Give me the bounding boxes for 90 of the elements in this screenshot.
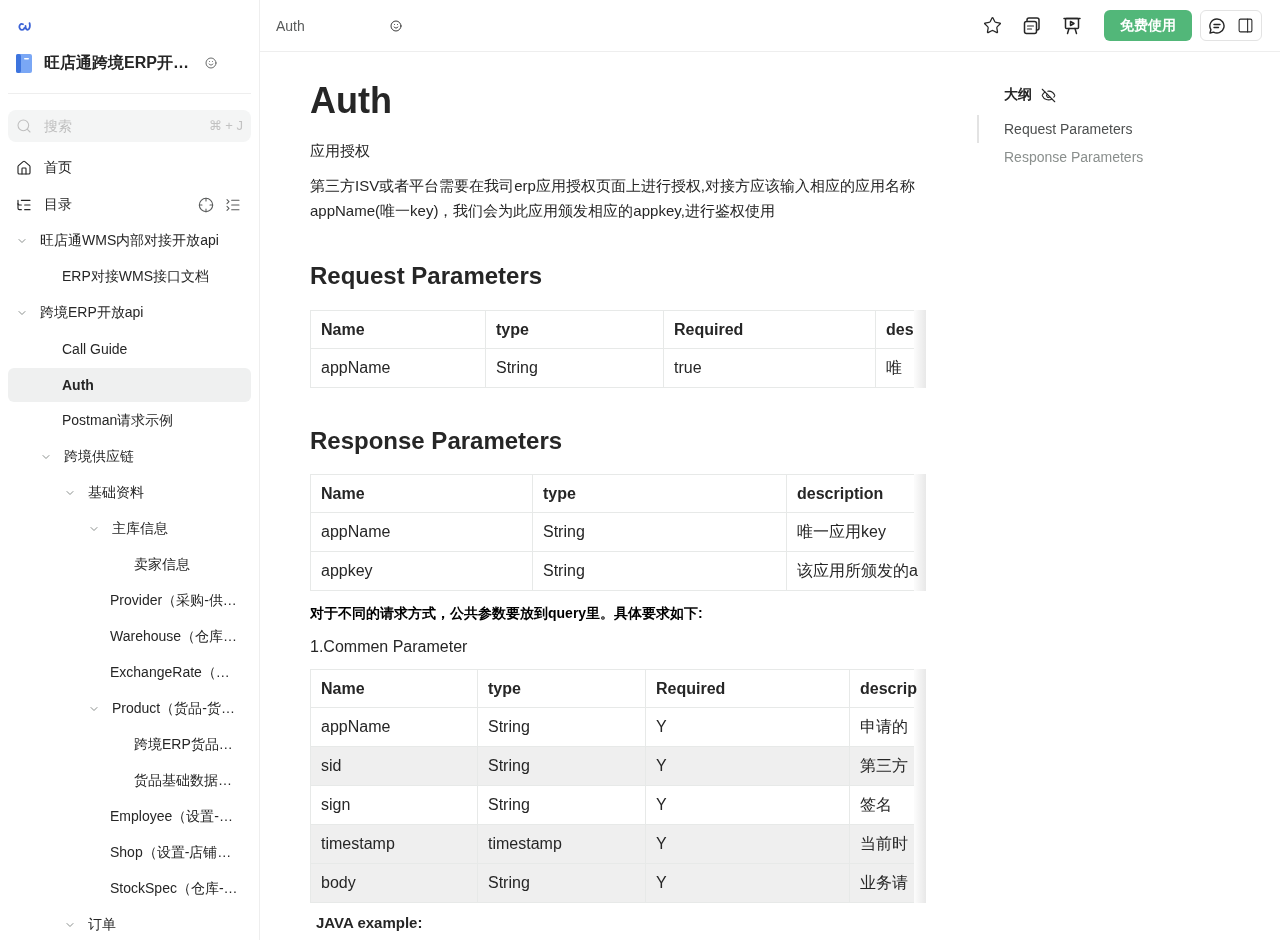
table-cell: 业务请 — [849, 863, 914, 903]
table-cell: appkey — [310, 551, 533, 591]
tree-item[interactable]: Shop（设置-店铺… — [8, 836, 251, 870]
article-title: Auth — [310, 79, 393, 123]
tree-item[interactable]: 跨境ERP开放api — [8, 296, 251, 330]
tree-item[interactable]: Employee（设置-… — [8, 800, 251, 834]
table-cell: 当前时 — [849, 824, 914, 864]
table-cell: appName — [310, 348, 486, 388]
comment-icon — [1209, 17, 1225, 34]
table-cell: String — [532, 551, 787, 591]
tree-item[interactable]: 跨境供应链 — [8, 440, 251, 474]
table-cell: String — [477, 785, 646, 825]
tree-item[interactable]: Warehouse（仓库… — [8, 620, 251, 654]
tree-item[interactable]: StockSpec（仓库-… — [8, 872, 251, 906]
list-collapse-icon — [225, 197, 241, 213]
smiley-icon[interactable] — [390, 19, 402, 32]
table-header-cell: Required — [663, 310, 876, 349]
tree-item[interactable]: 卖家信息 — [8, 548, 251, 582]
table-header-cell: Name — [310, 310, 486, 349]
subsection-title: 1.Commen Parameter — [310, 637, 469, 657]
table-header-cell: type — [532, 474, 787, 513]
table-cell: Y — [645, 746, 850, 786]
locate-button[interactable] — [198, 197, 214, 213]
table-header-cell: description — [786, 474, 914, 513]
table-header-cell: Name — [310, 669, 478, 708]
panel-right-icon — [1236, 17, 1254, 34]
star-icon — [982, 16, 1002, 35]
logo-icon — [18, 22, 31, 32]
table-cell: sign — [310, 785, 478, 825]
tree-item[interactable]: Postman请求示例 — [8, 404, 251, 438]
tree-item[interactable]: ERP对接WMS接口文档 — [8, 260, 251, 294]
table-header-cell: Name — [310, 474, 533, 513]
table-of-contents-link[interactable]: 目录 — [16, 196, 72, 214]
tree-item[interactable]: Provider（采购-供… — [8, 584, 251, 618]
table-cell: String — [477, 863, 646, 903]
table-cell: true — [663, 348, 876, 388]
list-tree-icon — [16, 197, 32, 213]
table-cell: timestamp — [477, 824, 646, 864]
book-title: 旺店通跨境ERP开… — [44, 52, 189, 73]
tree-item[interactable]: 旺店通WMS内部对接开放api — [8, 224, 251, 258]
smiley-icon[interactable] — [204, 57, 217, 69]
table-cell: Y — [645, 863, 850, 903]
paragraph-text: 第三方ISV或者平台需要在我司erp应用授权页面上进行授权,对接方应该输入相应的应用名称appName(唯一key)，我们会为此应用颁发相应的appkey,进行鉴权使用 — [310, 176, 917, 221]
collapse-all-button[interactable] — [225, 197, 241, 213]
search-icon — [16, 118, 32, 134]
bold-note-text: 对于不同的请求方式，公共参数要放到query里。具体要求如下: — [310, 604, 704, 623]
tree-item[interactable]: ExchangeRate（… — [8, 656, 251, 690]
table-cell: 签名 — [849, 785, 914, 825]
table-cell: String — [485, 348, 664, 388]
tree-item[interactable]: 主库信息 — [8, 512, 251, 546]
page-title: Auth — [276, 17, 306, 34]
table-cell: 申请的 — [849, 707, 914, 747]
table-cell: sid — [310, 746, 478, 786]
table-cell: String — [477, 707, 646, 747]
home-link[interactable]: 首页 — [16, 159, 72, 177]
home-icon — [16, 160, 32, 176]
table-cell: 唯 — [875, 348, 914, 388]
crosshair-icon — [198, 197, 214, 213]
eye-off-icon[interactable] — [1041, 87, 1056, 103]
table-header-cell: type — [477, 669, 646, 708]
tree-item[interactable]: Product（货品-货… — [8, 692, 251, 726]
tree-item[interactable]: Call Guide — [8, 332, 251, 366]
table-cell: body — [310, 863, 478, 903]
tree-item[interactable]: 货品基础数据… — [8, 764, 251, 798]
table-cell: 第三方 — [849, 746, 914, 786]
tree-item[interactable]: 跨境ERP货品… — [8, 728, 251, 762]
table-header-cell: type — [485, 310, 664, 349]
section-heading: Response Parameters — [310, 426, 564, 456]
presentation-icon — [1063, 16, 1081, 35]
tree-item[interactable]: Auth — [8, 368, 251, 402]
table-cell: String — [477, 746, 646, 786]
table-cell: Y — [645, 707, 850, 747]
table-cell: appName — [310, 512, 533, 552]
table-cell: 唯一应用key — [786, 512, 914, 552]
stacked-pages-icon — [1023, 16, 1041, 35]
tree-item[interactable]: 基础资料 — [8, 476, 251, 510]
tree-item[interactable]: 订单 — [8, 908, 251, 940]
table-cell: timestamp — [310, 824, 478, 864]
table-cell: appName — [310, 707, 478, 747]
outline-link[interactable]: Request Parameters — [977, 115, 1133, 143]
table-header-cell: Required — [645, 669, 850, 708]
table-header-cell: des — [875, 310, 914, 349]
code-example-label: JAVA example: — [316, 913, 424, 933]
outline-title: 大纲 — [1004, 86, 1032, 104]
table-cell: String — [532, 512, 787, 552]
subtitle-text: 应用授权 — [310, 141, 371, 161]
section-heading: Request Parameters — [310, 261, 544, 291]
table-cell: Y — [645, 785, 850, 825]
table-cell: Y — [645, 824, 850, 864]
book-icon — [16, 53, 32, 73]
